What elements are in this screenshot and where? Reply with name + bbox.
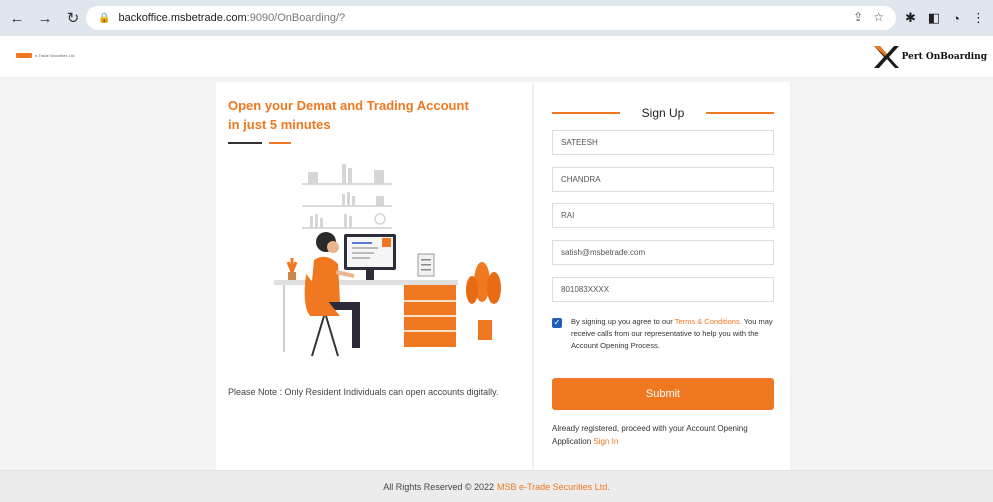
menu-kebab-icon[interactable]: ⋮ bbox=[972, 10, 985, 26]
main-content: Open your Demat and Trading Account in j… bbox=[0, 78, 993, 470]
footer-text: All Rights Reserved © 2022 bbox=[383, 481, 494, 492]
url-host: backoffice.msbetrade.com bbox=[118, 12, 247, 24]
footer: All Rights Reserved © 2022 MSB e-Trade S… bbox=[0, 470, 993, 502]
last-name-field[interactable]: RAI bbox=[552, 203, 774, 228]
forward-arrow-icon[interactable]: → bbox=[34, 7, 56, 29]
x-logo-icon bbox=[873, 46, 899, 68]
consent-row: ✓ By signing up you agree to our Terms &… bbox=[552, 316, 776, 352]
browser-toolbar: ← → ↻ 🔒 backoffice.msbetrade.com:9090/On… bbox=[0, 0, 993, 36]
partner-logo: Pert OnBoarding bbox=[872, 44, 987, 70]
back-arrow-icon[interactable]: ← bbox=[6, 7, 28, 29]
sign-in-link[interactable]: Sign In bbox=[593, 437, 618, 446]
signup-heading: Sign Up bbox=[552, 104, 775, 122]
terms-link[interactable]: Terms & Conditions. bbox=[675, 317, 742, 326]
consent-text: By signing up you agree to our Terms & C… bbox=[571, 316, 776, 352]
first-name-field[interactable]: SATEESH bbox=[552, 130, 774, 155]
workspace-illustration bbox=[274, 164, 501, 357]
side-panel-icon[interactable]: ◧ bbox=[928, 10, 940, 26]
heading-line-right bbox=[706, 112, 775, 114]
brand-text: e-Trade Securities Ltd. bbox=[35, 53, 76, 58]
promo-panel: Open your Demat and Trading Account in j… bbox=[216, 82, 532, 470]
url-path: :9090/OnBoarding/? bbox=[246, 12, 346, 24]
brand-logo[interactable]: e-Trade Securities Ltd. bbox=[16, 53, 75, 58]
star-icon[interactable]: ☆ bbox=[873, 10, 884, 24]
consent-checkbox[interactable]: ✓ bbox=[552, 318, 562, 328]
mobile-field[interactable]: 801083XXXX bbox=[552, 277, 774, 302]
app-header: e-Trade Securities Ltd. Pert OnBoarding bbox=[0, 36, 993, 78]
submit-button[interactable]: Submit bbox=[552, 378, 774, 410]
email-field[interactable]: satish@msbetrade.com bbox=[552, 240, 774, 265]
profile-icon[interactable]: ◔ bbox=[952, 11, 960, 26]
middle-name-field[interactable]: CHANDRA bbox=[552, 167, 774, 192]
partner-label: Pert OnBoarding bbox=[901, 52, 987, 62]
promo-headline-line2: in just 5 minutes bbox=[228, 117, 331, 132]
already-prefix: Already registered, proceed with your Ac… bbox=[552, 424, 748, 446]
promo-headline-line1: Open your Demat and Trading Account bbox=[228, 98, 469, 113]
share-icon[interactable]: ⇪ bbox=[853, 10, 863, 24]
already-registered-text: Already registered, proceed with your Ac… bbox=[552, 422, 776, 448]
signup-panel: Sign Up SATEESH CHANDRA RAI satish@msbet… bbox=[533, 82, 791, 470]
lock-icon: 🔒 bbox=[98, 12, 111, 24]
consent-prefix: By signing up you agree to our bbox=[571, 317, 675, 326]
heading-line-left bbox=[552, 112, 620, 114]
headline-underline-dark bbox=[228, 142, 262, 144]
resident-note: Please Note : Only Resident Individuals … bbox=[228, 387, 499, 397]
address-bar[interactable]: 🔒 backoffice.msbetrade.com:9090/OnBoardi… bbox=[86, 6, 896, 30]
extensions-icon[interactable]: ✱ bbox=[905, 10, 916, 26]
shelf-items bbox=[308, 164, 386, 228]
promo-headline: Open your Demat and Trading Account in j… bbox=[228, 96, 518, 134]
reload-icon[interactable]: ↻ bbox=[62, 7, 84, 29]
headline-underline-orange bbox=[269, 142, 291, 144]
footer-company[interactable]: MSB e-Trade Securities Ltd. bbox=[497, 482, 610, 492]
signup-title: Sign Up bbox=[641, 106, 685, 120]
brand-mark-icon bbox=[16, 53, 32, 58]
